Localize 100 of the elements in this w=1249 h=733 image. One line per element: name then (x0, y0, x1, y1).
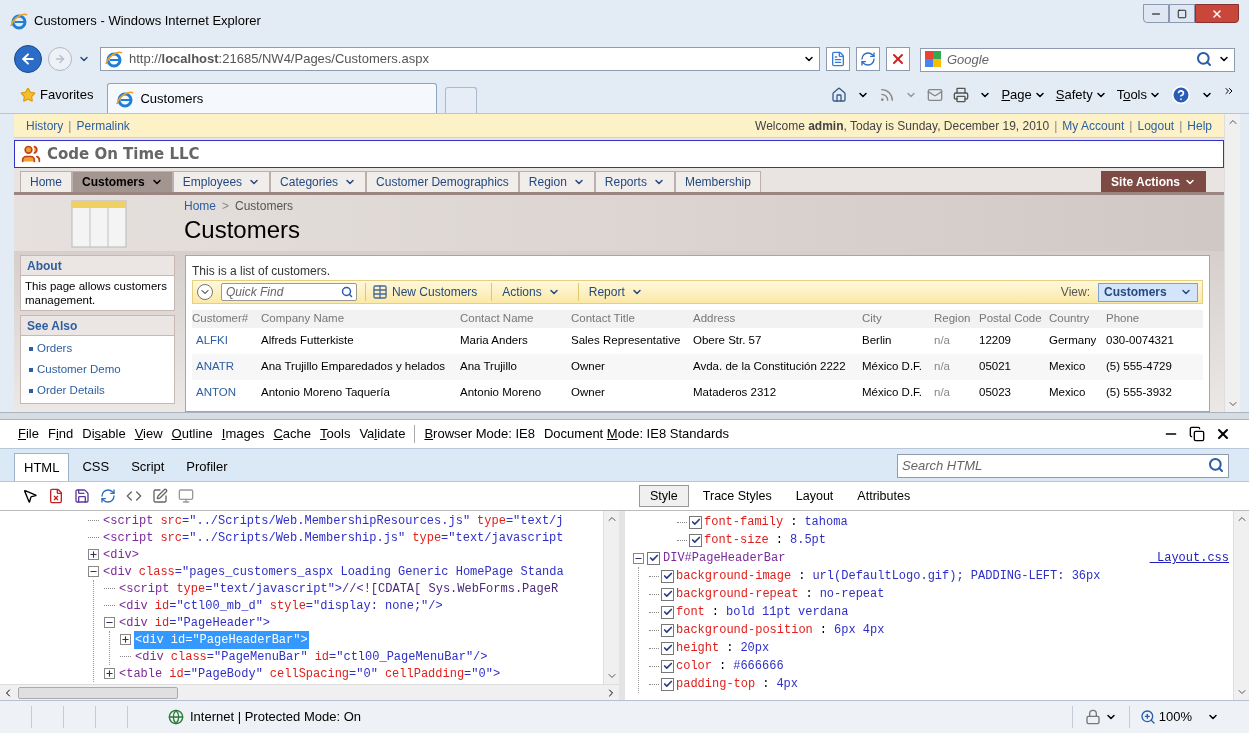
menu-item[interactable]: Find (47, 424, 74, 444)
menu-item[interactable]: Tools (320, 424, 351, 444)
expand-icon[interactable] (88, 549, 99, 560)
toolbar-menu[interactable]: Actions (491, 283, 570, 301)
collapse-button[interactable] (197, 284, 213, 300)
devtools-tab[interactable]: Profiler (177, 453, 237, 481)
dom-node[interactable]: <script src="../Scripts/Web.Membership.js" type="text/javascript (102, 528, 565, 547)
command-menu[interactable]: Page (1001, 85, 1032, 105)
menu-tab[interactable]: Categories (270, 171, 367, 192)
checkbox[interactable] (661, 677, 674, 691)
address-field[interactable]: http://localhost:21685/NW4/Pages/Customers.aspx (100, 47, 820, 71)
column-header[interactable]: Company Name (261, 310, 460, 328)
new-record-button[interactable]: New Customers (365, 283, 484, 301)
scrollbar[interactable] (1233, 511, 1249, 700)
column-header[interactable]: Country (1049, 310, 1106, 328)
save-icon[interactable] (74, 488, 90, 504)
quick-find-field[interactable]: Quick Find (221, 283, 357, 301)
checkbox[interactable] (661, 587, 674, 601)
devtools-tab[interactable]: HTML (14, 453, 70, 481)
style-tab[interactable]: Attributes (847, 485, 921, 507)
stylesheet-link[interactable]: _Layout.css (1149, 549, 1229, 567)
collapse-icon[interactable] (104, 617, 115, 628)
scrollbar[interactable] (603, 511, 619, 684)
clear-icon[interactable] (48, 488, 64, 504)
menu-item[interactable]: Disable (82, 424, 126, 444)
menu-tab[interactable]: Customer Demographics (366, 171, 519, 192)
expand-icon[interactable] (104, 668, 115, 679)
column-header[interactable]: Contact Name (460, 310, 571, 328)
menu-item[interactable]: Cache (273, 424, 312, 444)
checkbox[interactable] (661, 659, 674, 673)
devtools-tab[interactable]: Script (122, 453, 174, 481)
dom-node[interactable]: <table id="PageBody" cellSpacing="0" cellPadding="0"> (118, 664, 502, 683)
checkbox[interactable] (661, 569, 674, 583)
checkbox[interactable] (661, 623, 674, 637)
menu-tab[interactable]: Customers (72, 171, 173, 192)
menu-item[interactable]: Outline (171, 424, 213, 444)
see-also-link[interactable]: Orders (29, 338, 166, 359)
dom-node[interactable]: <div id="ctl00_mb_d" style="display: none;"/> (118, 596, 444, 615)
browser-tab[interactable]: Customers (107, 83, 438, 113)
stop-button[interactable] (886, 47, 910, 71)
mode-menu[interactable]: Document Mode: IE8 Standards (544, 424, 729, 444)
pointer-icon[interactable] (22, 488, 38, 504)
horizontal-scrollbar[interactable] (0, 684, 619, 700)
help-icon[interactable] (1171, 85, 1191, 105)
scrollbar[interactable] (1224, 114, 1240, 412)
menu-item[interactable]: Validate (359, 424, 406, 444)
expand-icon[interactable] (120, 634, 131, 645)
see-also-link[interactable]: Customer Demo (29, 359, 166, 380)
command-menu[interactable]: Tools (1116, 85, 1147, 105)
close-icon[interactable] (1215, 426, 1231, 442)
checkbox[interactable] (661, 605, 674, 619)
mode-menu[interactable]: Browser Mode: IE8 (424, 424, 535, 444)
dom-node[interactable]: <div id="PageHeader"> (118, 613, 272, 632)
dom-node[interactable]: <div class="PageMenuBar" id="ctl00_PageMenuBar"/> (134, 647, 489, 666)
menu-item[interactable]: View (134, 424, 163, 444)
devtools-tab[interactable]: CSS (73, 453, 119, 481)
menu-item[interactable]: Images (221, 424, 265, 444)
dom-node[interactable]: <script type="text/javascript">//<![CDATA[ Sys.WebForms.PageR (118, 579, 560, 598)
header-link[interactable]: History (26, 116, 64, 135)
style-property[interactable]: height : 20px (676, 639, 770, 657)
search-html-field[interactable]: Search HTML (897, 453, 1229, 478)
back-button[interactable] (14, 45, 42, 73)
menu-tab[interactable]: Home (20, 171, 72, 192)
toolbar-menu[interactable]: Report (577, 283, 653, 301)
header-link[interactable]: Permalink (76, 116, 130, 135)
minimize-button[interactable] (1143, 4, 1169, 23)
style-property[interactable]: background-repeat : no-repeat (676, 585, 885, 603)
see-also-link[interactable]: Order Details (29, 380, 166, 401)
table-cell[interactable]: ANTON (192, 384, 261, 402)
collapse-icon[interactable] (633, 552, 644, 564)
close-button[interactable] (1195, 4, 1239, 23)
column-header[interactable]: Region (934, 310, 979, 328)
header-link[interactable]: My Account (1062, 116, 1125, 135)
print-icon[interactable] (953, 87, 970, 103)
table-cell[interactable]: ALFKI (192, 332, 261, 350)
favorites-button[interactable]: Favorites (14, 80, 100, 110)
dom-node[interactable]: <div class="pages_customers_aspx Loading Generic HomePage Standa (102, 562, 565, 581)
style-property[interactable]: font : bold 11pt verdana (676, 603, 849, 621)
header-link[interactable]: Help (1187, 116, 1212, 135)
zoom-button[interactable]: 100% (1129, 707, 1229, 727)
command-menu[interactable]: Safety (1055, 85, 1093, 105)
search-icon[interactable] (1196, 51, 1212, 67)
menu-item[interactable]: File (18, 424, 39, 444)
header-link[interactable]: Logout (1137, 116, 1175, 135)
column-header[interactable]: Postal Code (979, 310, 1049, 328)
dom-node[interactable]: <script src="../Scripts/Web.MembershipResources.js" type="text/j (102, 511, 565, 530)
site-actions-button[interactable]: Site Actions (1101, 171, 1206, 192)
menu-tab[interactable]: Membership (674, 171, 761, 192)
edit-icon[interactable] (152, 488, 168, 504)
display-icon[interactable] (178, 488, 194, 504)
style-property[interactable]: color : #666666 (676, 657, 784, 675)
refresh-icon[interactable] (100, 488, 116, 504)
column-header[interactable]: Customer# (192, 310, 261, 328)
collapse-icon[interactable] (88, 566, 99, 577)
style-property[interactable]: font-family : tahoma (704, 513, 848, 531)
column-header[interactable]: Address (693, 310, 862, 328)
home-icon[interactable] (831, 87, 848, 103)
style-tab[interactable]: Style (639, 485, 689, 507)
checkbox[interactable] (689, 515, 702, 529)
column-header[interactable]: Contact Title (571, 310, 693, 328)
